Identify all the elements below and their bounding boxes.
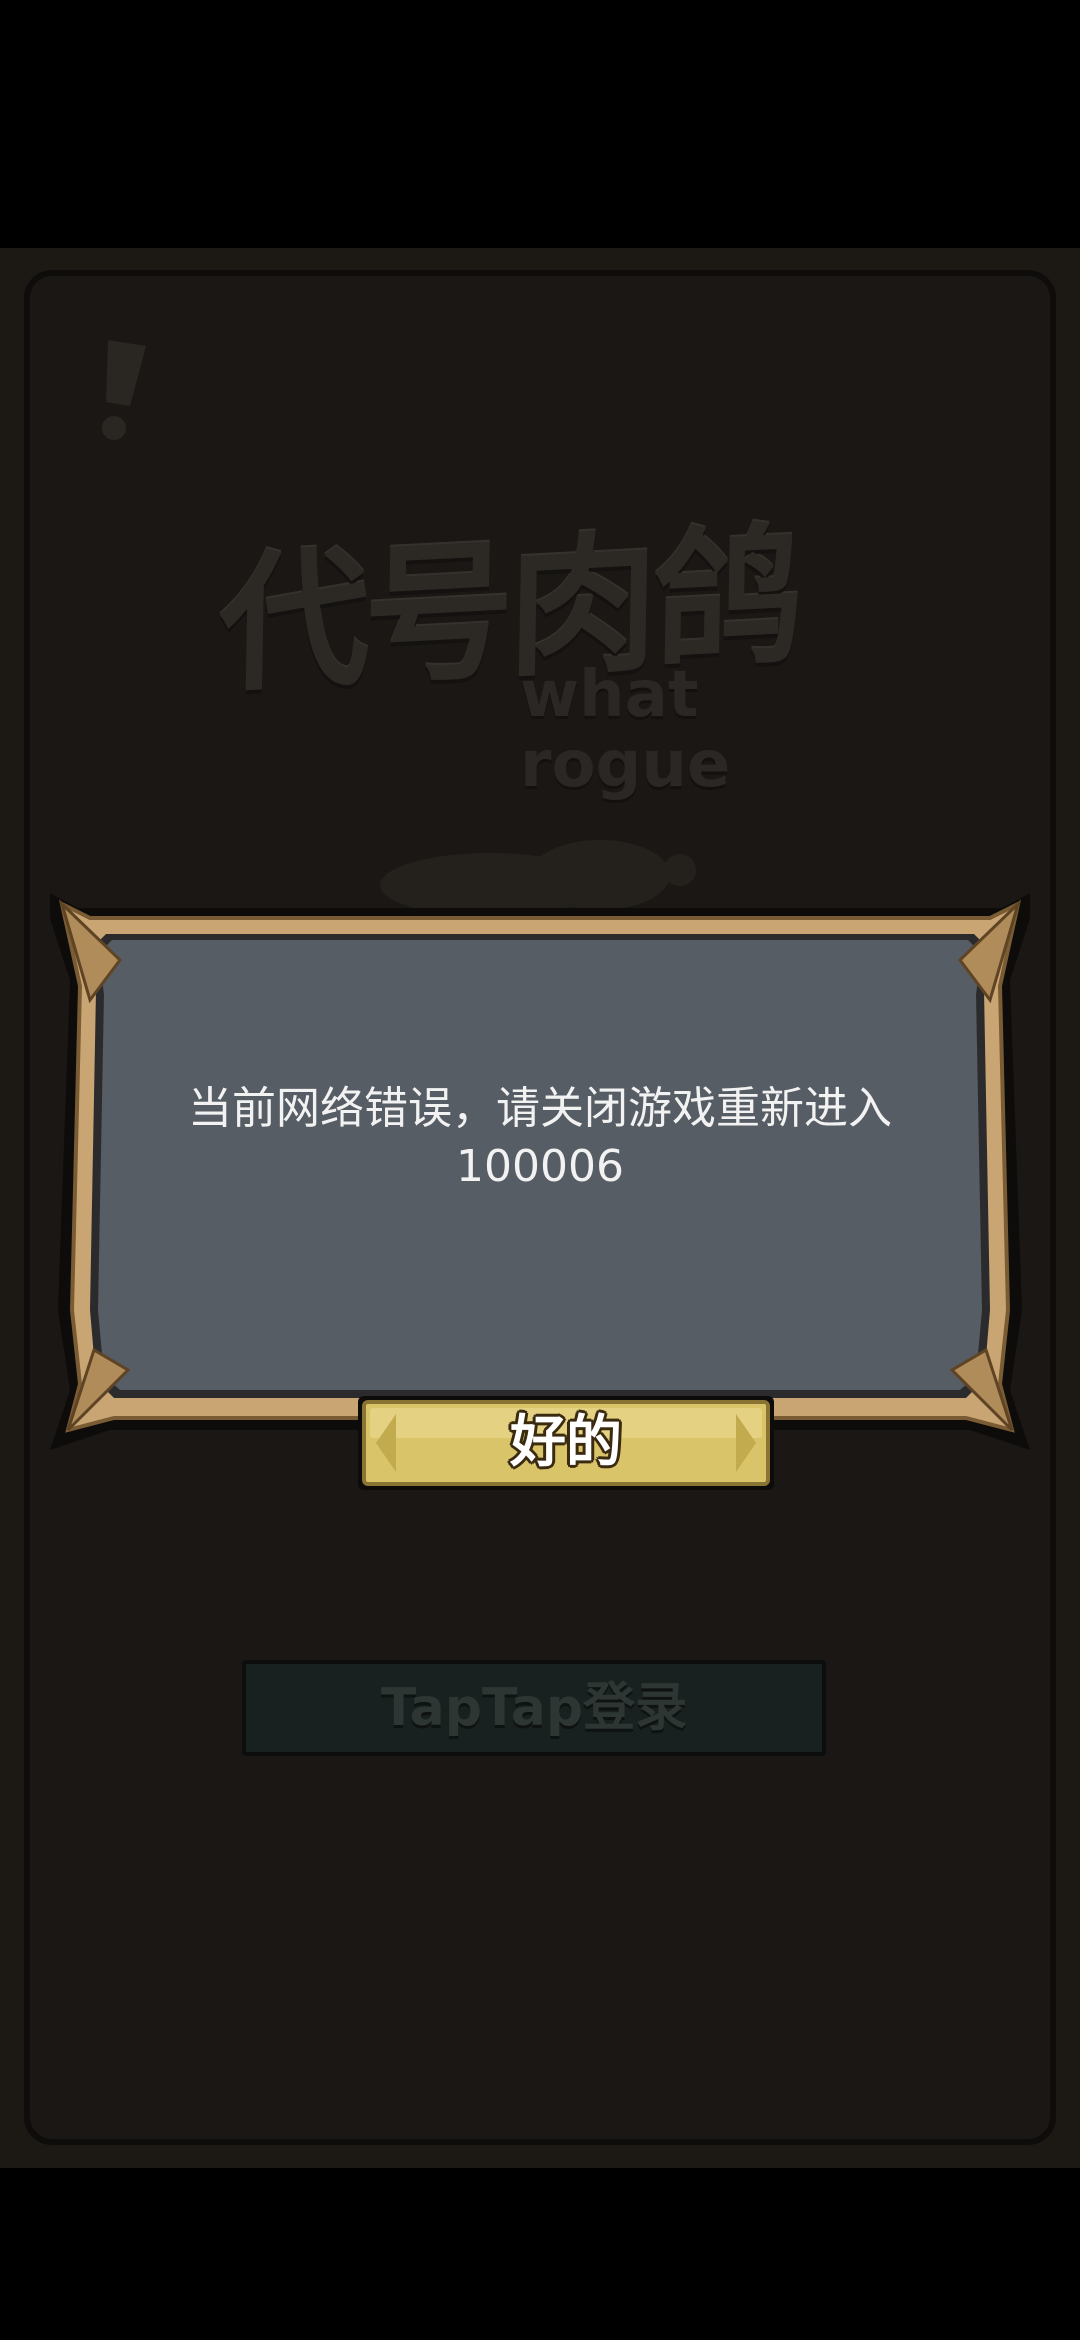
exclamation-icon [102,340,146,440]
ok-button-label: 好的 [510,1410,622,1475]
taptap-login-label: TapTap登录 [380,1678,688,1738]
game-logo: 代号肉鸽 what rogue [218,510,860,800]
taptap-login-button[interactable]: TapTap登录 [242,1660,826,1756]
ok-button[interactable]: 好的 [356,1394,776,1492]
error-message: 当前网络错误，请关闭游戏重新进入 100006 [188,1083,892,1192]
app-screen: 代号肉鸽 what rogue TapTap登录 当前网络错误，请关闭游戏重新进… [0,0,1080,2340]
game-logo-subtitle: what rogue [520,658,731,802]
error-dialog: 当前网络错误，请关闭游戏重新进入 100006 [50,890,1030,1460]
